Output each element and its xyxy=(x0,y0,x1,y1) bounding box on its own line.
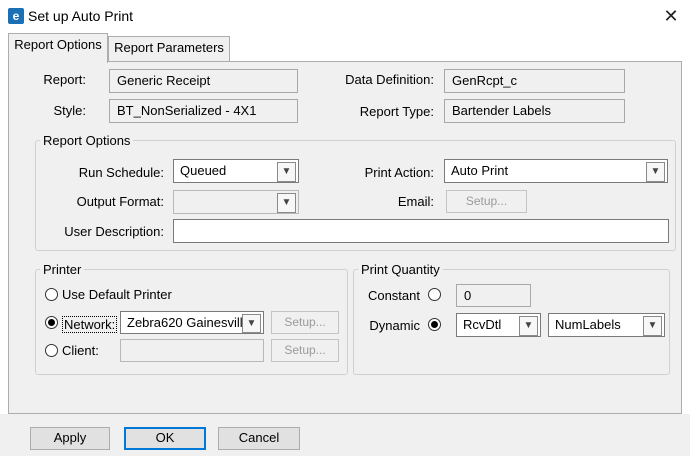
constant-label: Constant xyxy=(367,288,420,303)
window-title: Set up Auto Print xyxy=(28,8,134,24)
client-radio[interactable] xyxy=(45,344,58,357)
run-schedule-dropdown[interactable]: Queued ▼ xyxy=(173,159,299,183)
client-printer-input[interactable] xyxy=(120,339,264,362)
constant-radio[interactable] xyxy=(428,288,441,301)
tab-report-parameters[interactable]: Report Parameters xyxy=(108,36,230,62)
app-logo-icon: e xyxy=(8,8,24,24)
email-setup-button[interactable]: Setup... xyxy=(446,190,527,213)
network-label: Network: xyxy=(62,316,118,333)
run-schedule-label: Run Schedule: xyxy=(78,165,164,180)
output-format-label: Output Format: xyxy=(76,194,164,209)
tab-label: Report Parameters xyxy=(114,40,224,55)
style-field: BT_NonSerialized - 4X1 xyxy=(109,99,298,123)
network-printer-dropdown[interactable]: Zebra620 Gainesville ▼ xyxy=(120,311,264,334)
chevron-down-icon[interactable]: ▼ xyxy=(643,316,662,336)
client-setup-button[interactable]: Setup... xyxy=(271,339,339,362)
client-label: Client: xyxy=(62,343,99,358)
chevron-down-icon[interactable]: ▼ xyxy=(242,314,261,333)
report-type-label: Report Type: xyxy=(359,104,434,119)
report-field: Generic Receipt xyxy=(109,69,298,93)
report-label: Report: xyxy=(43,72,86,87)
user-description-input[interactable] xyxy=(173,219,669,243)
network-radio[interactable] xyxy=(45,316,58,329)
constant-quantity-field[interactable]: 0 xyxy=(456,284,531,307)
report-type-field: Bartender Labels xyxy=(444,99,625,123)
dynamic-radio[interactable] xyxy=(428,318,441,331)
data-definition-label: Data Definition: xyxy=(345,72,434,87)
print-action-value: Auto Print xyxy=(451,163,509,178)
tab-label: Report Options xyxy=(14,37,102,52)
dynamic-table-dropdown[interactable]: RcvDtl ▼ xyxy=(456,313,541,337)
network-printer-value: Zebra620 Gainesville xyxy=(127,315,250,330)
apply-button[interactable]: Apply xyxy=(30,427,110,450)
printer-group-title: Printer xyxy=(40,262,85,277)
run-schedule-value: Queued xyxy=(180,163,227,178)
email-label: Email: xyxy=(397,194,434,209)
dynamic-label: Dynamic xyxy=(369,318,420,333)
output-format-dropdown[interactable]: ▼ xyxy=(173,190,299,214)
use-default-printer-radio[interactable] xyxy=(45,288,58,301)
network-setup-button[interactable]: Setup... xyxy=(271,311,339,334)
chevron-down-icon[interactable]: ▼ xyxy=(519,316,538,336)
dynamic-table-value: RcvDtl xyxy=(463,317,502,332)
ok-button[interactable]: OK xyxy=(124,427,206,450)
chevron-down-icon[interactable]: ▼ xyxy=(646,162,665,182)
dynamic-field-dropdown[interactable]: NumLabels ▼ xyxy=(548,313,665,337)
close-icon[interactable]: ✕ xyxy=(658,3,684,29)
chevron-down-icon[interactable]: ▼ xyxy=(277,162,296,182)
tab-report-options[interactable]: Report Options xyxy=(8,33,108,63)
report-options-group-title: Report Options xyxy=(40,133,134,148)
use-default-printer-label: Use Default Printer xyxy=(62,287,172,302)
print-quantity-group-title: Print Quantity xyxy=(358,262,443,277)
user-description-label: User Description: xyxy=(64,224,164,239)
data-definition-field: GenRcpt_c xyxy=(444,69,625,93)
print-action-label: Print Action: xyxy=(364,165,434,180)
cancel-button[interactable]: Cancel xyxy=(218,427,300,450)
print-action-dropdown[interactable]: Auto Print ▼ xyxy=(444,159,668,183)
dynamic-field-value: NumLabels xyxy=(555,317,621,332)
style-label: Style: xyxy=(53,103,86,118)
chevron-down-icon[interactable]: ▼ xyxy=(277,193,296,213)
